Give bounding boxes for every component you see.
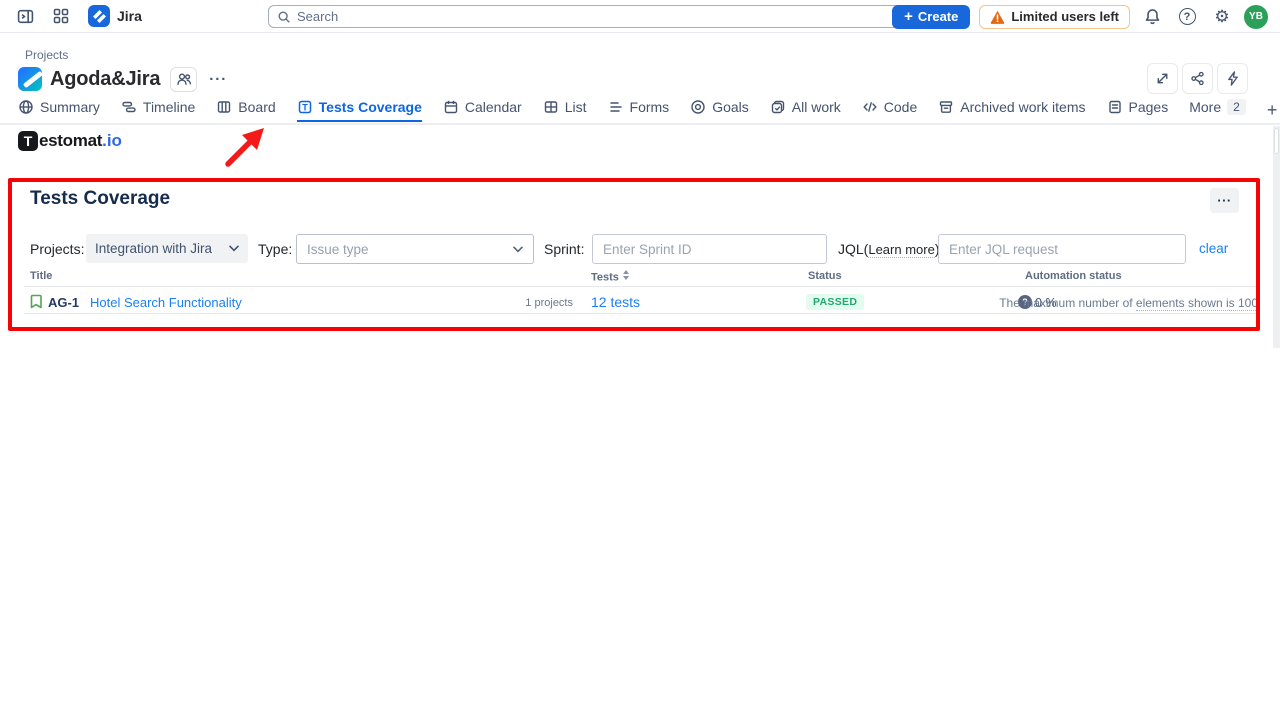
globe-icon xyxy=(18,99,34,115)
tab-forms[interactable]: Forms xyxy=(608,99,670,122)
type-filter-label: Type: xyxy=(258,241,292,257)
tab-more[interactable]: More 2 xyxy=(1189,99,1246,122)
max-elements-note: The maximum number of elements shown is … xyxy=(999,296,1258,310)
sprint-filter-label: Sprint: xyxy=(544,241,584,257)
search-bar[interactable] xyxy=(268,5,910,28)
project-avatar xyxy=(18,67,42,91)
clear-filters-link[interactable]: clear xyxy=(1199,241,1228,256)
panel-title: Tests Coverage xyxy=(30,188,170,210)
settings-gear-icon[interactable]: ⚙ xyxy=(1209,4,1235,30)
board-icon xyxy=(216,99,232,115)
timeline-icon xyxy=(121,99,137,115)
notifications-bell-icon[interactable] xyxy=(1139,4,1165,30)
search-input[interactable] xyxy=(297,9,901,24)
tests-count-link[interactable]: 12 tests xyxy=(591,294,640,310)
share-icon[interactable] xyxy=(1182,63,1213,94)
create-button[interactable]: + Create xyxy=(892,5,970,29)
chevron-down-icon xyxy=(229,245,239,252)
svg-text:T: T xyxy=(302,102,308,112)
tab-timeline[interactable]: Timeline xyxy=(121,99,195,122)
topbar-right: + Create Limited users left xyxy=(892,0,1268,33)
create-label: Create xyxy=(918,9,958,24)
column-header-title: Title xyxy=(30,270,52,282)
panel-menu-icon[interactable]: ··· xyxy=(1210,188,1239,213)
table-row-divider xyxy=(24,313,1258,314)
expand-icon[interactable] xyxy=(1147,63,1178,94)
topbar: Jira + Create xyxy=(0,0,1280,33)
jql-request-input[interactable] xyxy=(938,234,1186,264)
limited-users-label: Limited users left xyxy=(1011,9,1119,24)
tabs-divider xyxy=(0,123,1280,125)
scrollbar-thumb[interactable] xyxy=(1274,128,1279,154)
tab-board[interactable]: Board xyxy=(216,99,275,122)
search-icon xyxy=(277,10,291,24)
sidebar-toggle-icon[interactable] xyxy=(12,3,38,29)
table-header-divider xyxy=(24,286,1258,287)
tab-tests-coverage[interactable]: T Tests Coverage xyxy=(297,99,422,122)
issue-type-select[interactable]: Issue type xyxy=(296,234,534,264)
app-name: Jira xyxy=(117,8,142,24)
list-icon xyxy=(543,99,559,115)
tab-pages[interactable]: Pages xyxy=(1107,99,1169,122)
project-members-icon[interactable] xyxy=(170,67,197,92)
project-more-icon[interactable]: ··· xyxy=(205,71,231,88)
projects-filter-dropdown[interactable]: Integration with Jira xyxy=(86,234,248,263)
user-avatar[interactable]: YB xyxy=(1244,5,1268,29)
screen: Jira + Create xyxy=(0,0,1280,720)
testomat-logo[interactable]: Testomat.io xyxy=(18,131,122,151)
plus-icon: + xyxy=(904,9,913,24)
sort-icon xyxy=(623,270,629,280)
issue-key[interactable]: AG-1 xyxy=(48,295,79,310)
help-icon[interactable]: ? xyxy=(1174,4,1200,30)
limited-users-button[interactable]: Limited users left xyxy=(979,5,1130,29)
chevron-down-icon xyxy=(513,246,523,253)
scrollbar-track[interactable] xyxy=(1273,126,1280,348)
breadcrumb[interactable]: Projects xyxy=(25,48,68,62)
jira-logo-icon xyxy=(88,5,110,27)
archive-icon xyxy=(938,99,954,115)
jql-filter-label: JQL(Learn more): xyxy=(838,241,943,257)
tab-calendar[interactable]: Calendar xyxy=(443,99,522,122)
goals-icon xyxy=(690,99,706,115)
more-count-badge: 2 xyxy=(1227,99,1246,115)
tab-goals[interactable]: Goals xyxy=(690,99,749,122)
column-header-status: Status xyxy=(808,270,842,282)
pages-icon xyxy=(1107,99,1123,115)
tests-coverage-icon: T xyxy=(297,99,313,115)
column-header-tests[interactable]: Tests xyxy=(591,270,629,284)
tab-all-work[interactable]: All work xyxy=(770,99,841,122)
automation-lightning-icon[interactable] xyxy=(1217,63,1248,94)
column-header-automation-status: Automation status xyxy=(1025,270,1122,282)
jira-home-link[interactable]: Jira xyxy=(88,5,142,27)
project-title-row: Agoda&Jira ··· xyxy=(18,65,231,93)
project-header-actions xyxy=(1147,63,1248,94)
tab-code[interactable]: Code xyxy=(862,99,917,122)
forms-icon xyxy=(608,99,624,115)
app-switcher-icon[interactable] xyxy=(48,3,74,29)
testomat-logo-icon: T xyxy=(18,131,38,151)
tab-archived-work-items[interactable]: Archived work items xyxy=(938,99,1085,122)
tab-list[interactable]: List xyxy=(543,99,587,122)
topbar-left: Jira xyxy=(0,3,142,29)
calendar-icon xyxy=(443,99,459,115)
projects-filter-label: Projects: xyxy=(30,241,84,257)
code-icon xyxy=(862,99,878,115)
status-badge: PASSED xyxy=(806,294,864,310)
bookmark-icon xyxy=(30,294,43,309)
projects-count: 1 projects xyxy=(500,297,573,309)
warning-icon xyxy=(990,10,1005,24)
all-work-icon xyxy=(770,99,786,115)
annotation-red-arrow xyxy=(218,122,276,172)
issue-title-link[interactable]: Hotel Search Functionality xyxy=(90,295,242,310)
project-title: Agoda&Jira xyxy=(50,68,160,91)
jql-learn-more-link[interactable]: Learn more xyxy=(868,242,934,258)
tab-summary[interactable]: Summary xyxy=(18,99,100,122)
sprint-id-input[interactable] xyxy=(592,234,827,264)
